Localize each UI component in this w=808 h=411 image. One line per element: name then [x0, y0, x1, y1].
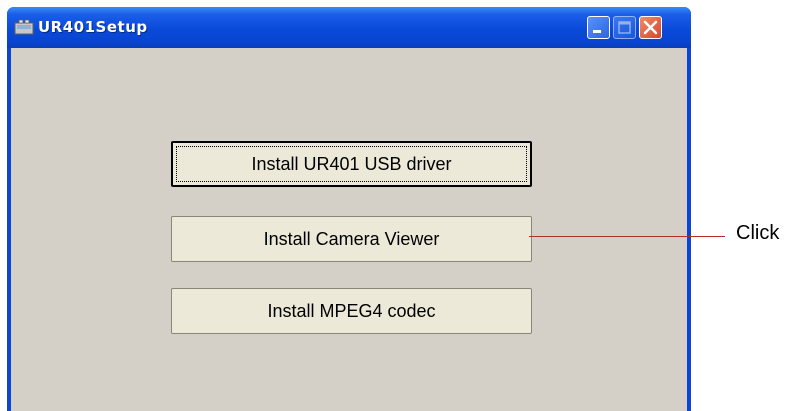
- maximize-button[interactable]: [613, 16, 636, 39]
- install-camera-viewer-button[interactable]: Install Camera Viewer: [171, 216, 532, 262]
- app-icon: [14, 19, 34, 35]
- window-title: UR401Setup: [38, 18, 148, 36]
- install-camera-viewer-label: Install Camera Viewer: [263, 228, 440, 249]
- window-client-area: Install UR401 USB driver Install Camera …: [11, 48, 687, 411]
- maximize-icon: [618, 21, 631, 34]
- install-usb-driver-button[interactable]: Install UR401 USB driver: [171, 141, 532, 187]
- focus-rectangle: [176, 146, 527, 182]
- install-mpeg4-codec-button[interactable]: Install MPEG4 codec: [171, 288, 532, 334]
- callout-label: Click: [736, 222, 780, 244]
- setup-window: UR401Setup Install UR401 USB driver Inst…: [7, 7, 691, 411]
- minimize-button[interactable]: [587, 16, 610, 39]
- close-icon: [643, 20, 658, 35]
- callout-line: [529, 236, 725, 237]
- title-bar[interactable]: UR401Setup: [7, 7, 691, 48]
- minimize-icon: [593, 30, 601, 33]
- install-mpeg4-codec-label: Install MPEG4 codec: [267, 300, 436, 321]
- close-button[interactable]: [639, 16, 662, 39]
